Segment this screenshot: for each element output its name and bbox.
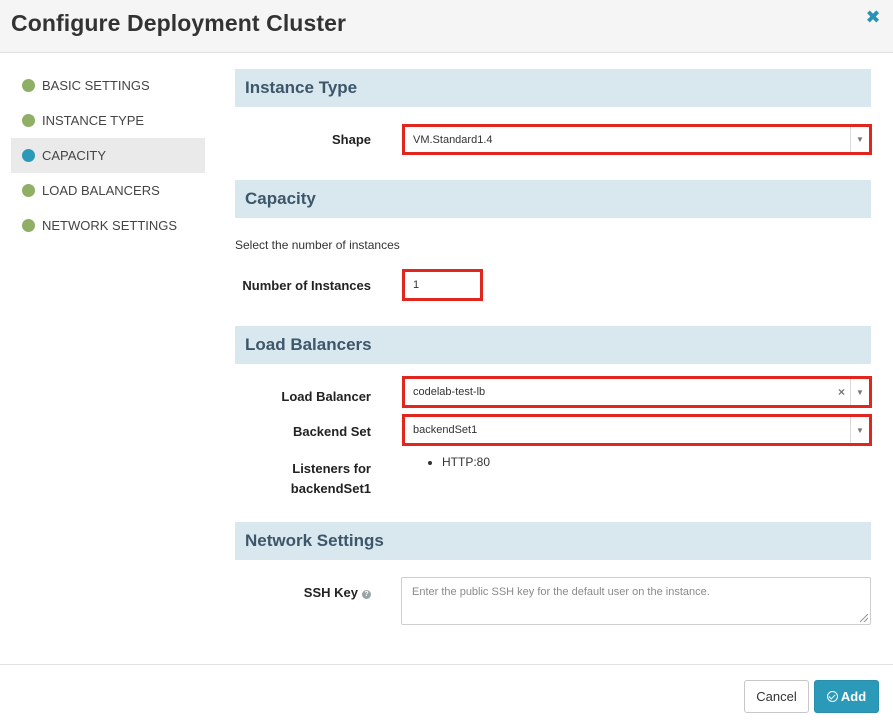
- chevron-down-icon[interactable]: ▼: [850, 379, 869, 405]
- ssh-key-placeholder: Enter the public SSH key for the default…: [412, 586, 710, 598]
- status-dot-icon: [22, 79, 35, 92]
- nav-item-label: BASIC SETTINGS: [42, 78, 150, 93]
- shape-value: VM.Standard1.4: [413, 133, 493, 146]
- nav-item-load-balancers[interactable]: LOAD BALANCERS: [11, 173, 205, 208]
- listeners-label: Listeners for backendSet1: [235, 459, 371, 499]
- nav-item-label: LOAD BALANCERS: [42, 183, 160, 198]
- status-dot-icon: [22, 149, 35, 162]
- listeners-label-line2: backendSet1: [290, 481, 371, 496]
- close-icon[interactable]: ✖: [862, 6, 884, 28]
- instances-value: 1: [413, 279, 420, 291]
- backend-set-select[interactable]: backendSet1 ▼: [402, 414, 872, 446]
- listeners-list: HTTP:80: [422, 455, 490, 469]
- status-dot-icon: [22, 219, 35, 232]
- add-button[interactable]: Add: [814, 680, 879, 713]
- section-heading-network-settings: Network Settings: [235, 522, 871, 560]
- nav-item-network-settings[interactable]: NETWORK SETTINGS: [11, 208, 205, 243]
- shape-select[interactable]: VM.Standard1.4 ▼: [402, 124, 872, 155]
- status-dot-icon: [22, 114, 35, 127]
- section-heading-instance-type: Instance Type: [235, 69, 871, 107]
- ssh-key-textarea[interactable]: Enter the public SSH key for the default…: [401, 577, 871, 625]
- chevron-down-icon[interactable]: ▼: [850, 417, 869, 443]
- wizard-nav: BASIC SETTINGS INSTANCE TYPE CAPACITY LO…: [11, 68, 205, 243]
- backend-set-value: backendSet1: [413, 424, 478, 436]
- chevron-down-icon[interactable]: ▼: [850, 127, 869, 152]
- resize-handle-icon[interactable]: [860, 614, 868, 622]
- instances-label: Number of Instances: [242, 278, 371, 293]
- load-balancer-label: Load Balancer: [281, 389, 371, 404]
- list-item: HTTP:80: [442, 455, 490, 469]
- shape-label: Shape: [331, 132, 371, 147]
- cancel-button[interactable]: Cancel: [744, 680, 809, 713]
- section-heading-load-balancers: Load Balancers: [235, 326, 871, 364]
- clear-icon[interactable]: ×: [838, 379, 845, 405]
- backend-set-label: Backend Set: [292, 424, 371, 439]
- load-balancer-value: codelab-test-lb: [413, 386, 486, 398]
- capacity-hint: Select the number of instances: [235, 238, 400, 252]
- section-heading-capacity: Capacity: [235, 180, 871, 218]
- load-balancer-select[interactable]: codelab-test-lb × ▼: [402, 376, 872, 408]
- nav-item-basic-settings[interactable]: BASIC SETTINGS: [11, 68, 205, 103]
- ssh-key-label: SSH Key?: [235, 585, 371, 600]
- status-dot-icon: [22, 184, 35, 197]
- help-icon[interactable]: ?: [362, 590, 371, 599]
- check-circle-icon: [826, 691, 838, 702]
- dialog-header: Configure Deployment Cluster ✖: [0, 0, 893, 53]
- nav-item-instance-type[interactable]: INSTANCE TYPE: [11, 103, 205, 138]
- listeners-label-line1: Listeners for: [292, 461, 371, 476]
- nav-item-label: NETWORK SETTINGS: [42, 218, 178, 233]
- add-button-label: Add: [840, 689, 867, 704]
- nav-item-capacity[interactable]: CAPACITY: [11, 138, 205, 173]
- nav-item-label: INSTANCE TYPE: [42, 113, 145, 128]
- cancel-button-label: Cancel: [756, 689, 797, 704]
- dialog-title: Configure Deployment Cluster: [11, 10, 347, 36]
- ssh-key-label-text: SSH Key: [303, 585, 358, 600]
- nav-item-label: CAPACITY: [42, 148, 107, 163]
- instances-input[interactable]: 1: [402, 269, 483, 301]
